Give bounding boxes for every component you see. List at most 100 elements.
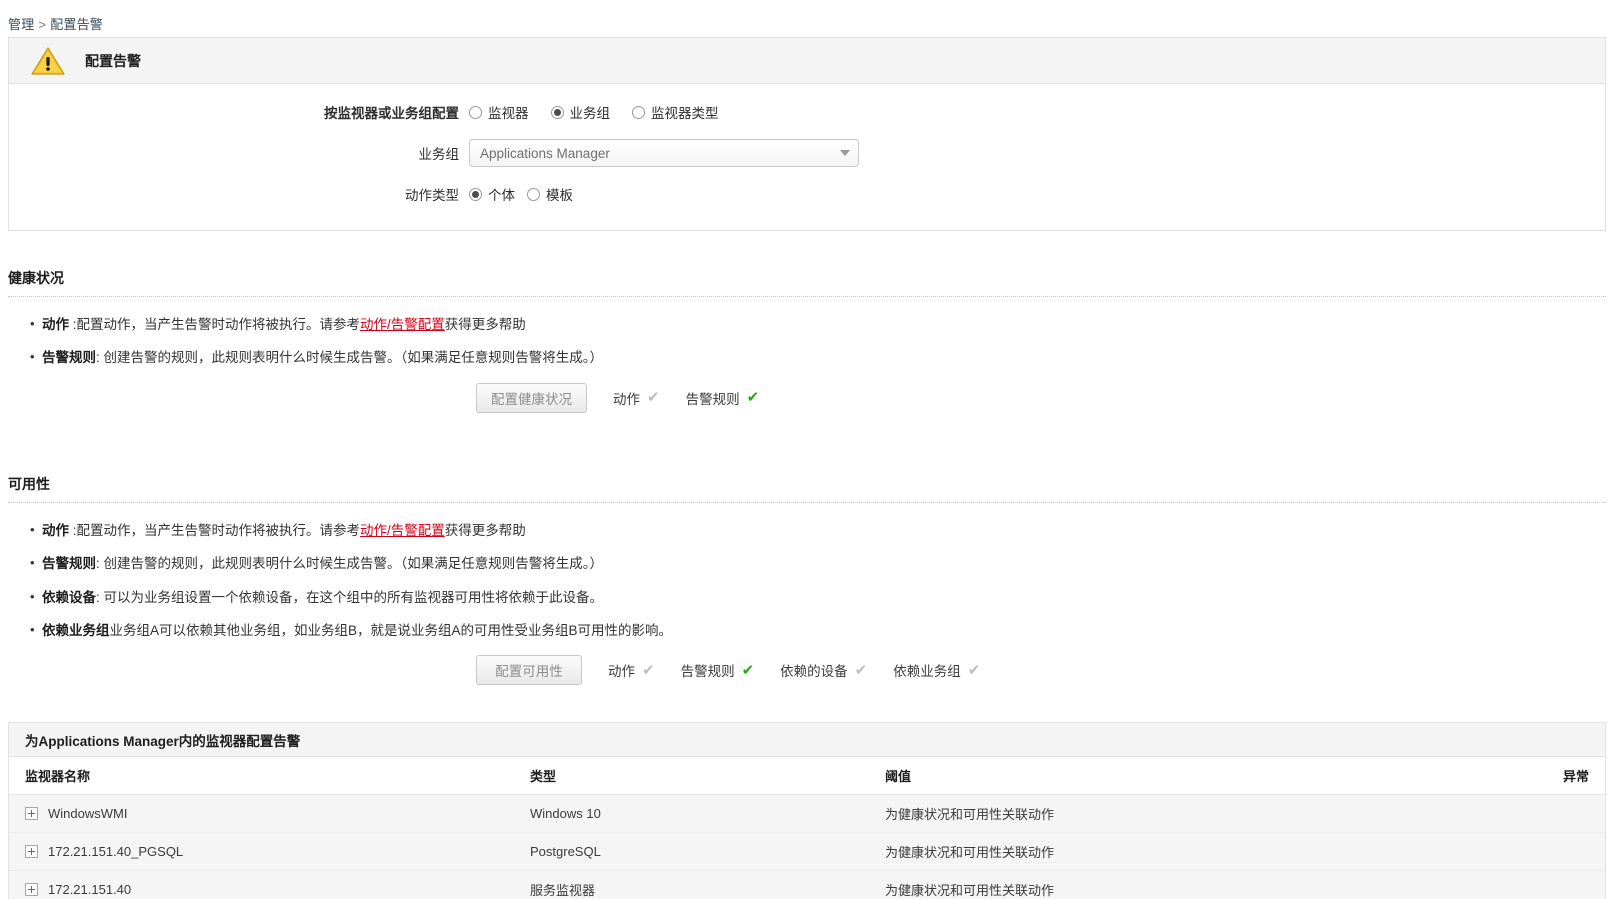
table-row[interactable]: 172.21.151.40_PGSQL PostgreSQL 为健康状况和可用性…	[9, 832, 1605, 871]
check-icon: ✔	[741, 661, 755, 679]
check-icon: ✔	[642, 661, 655, 679]
business-group-field: Applications Manager	[469, 139, 859, 167]
availability-bullet-action-before: :配置动作，当产生告警时动作将被执行。请参考	[69, 523, 361, 538]
monitor-table-caption: 为Applications Manager内的监视器配置告警	[9, 723, 1605, 757]
availability-bullet-dep-group: 依赖业务组业务组A可以依赖其他业务组，如业务组B，就是说业务组A的可用性受业务组…	[30, 620, 1606, 641]
action-alarm-config-link[interactable]: 动作/告警配置	[360, 317, 445, 332]
availability-bullet-dep-group-text: 业务组A可以依赖其他业务组，如业务组B，就是说业务组A的可用性受业务组B可用性的…	[109, 622, 673, 638]
cell-abnormal	[1485, 794, 1605, 833]
table-row[interactable]: 172.21.151.40 服务监视器 为健康状况和可用性关联动作	[9, 870, 1605, 899]
availability-section-title: 可用性	[8, 476, 50, 492]
check-icon: ✔	[967, 661, 981, 679]
business-group-label: 业务组	[418, 147, 460, 162]
radio-monitor-label: 监视器	[488, 106, 529, 121]
health-status-rule-label: 告警规则	[685, 391, 740, 407]
availability-bullet-dep-device: 依赖设备: 可以为业务组设置一个依赖设备，在这个组中的所有监视器可用性将依赖于此…	[30, 586, 1606, 608]
radio-monitor-indicator[interactable]	[469, 105, 482, 119]
column-header-abnormal[interactable]: 异常	[1485, 757, 1605, 795]
health-bullet-action-before: :配置动作，当产生告警时动作将被执行。请参考	[69, 317, 361, 332]
availability-bullet-rule-term: 告警规则	[42, 556, 96, 572]
health-bullet-rule-text: : 创建告警的规则，此规则表明什么时候生成告警。（如果满足任意规则告警将生成。）	[96, 350, 604, 366]
radio-option-template[interactable]: 模板	[527, 184, 573, 204]
config-by-row: 按监视器或业务组配置 监视器 业务组 监视器类型	[9, 102, 1605, 122]
health-section-title: 健康状况	[8, 270, 64, 286]
health-bullets: 动作 :配置动作，当产生告警时动作将被执行。请参考动作/告警配置获得更多帮助 告…	[8, 297, 1606, 369]
radio-template-indicator[interactable]	[527, 187, 540, 201]
radio-individual-indicator[interactable]	[469, 187, 482, 201]
availability-bullet-action-term: 动作	[42, 523, 69, 538]
radio-monitor-type-label: 监视器类型	[651, 106, 719, 121]
configure-availability-button[interactable]: 配置可用性	[476, 655, 582, 685]
radio-option-monitor[interactable]: 监视器	[469, 102, 529, 122]
availability-status-dep-device: 依赖的设备 ✔	[780, 660, 867, 680]
availability-bullet-dep-device-term: 依赖设备	[42, 589, 96, 605]
column-header-monitor-name[interactable]: 监视器名称	[9, 757, 514, 795]
availability-action-bar: 配置可用性 动作 ✔ 告警规则 ✔ 依赖的设备 ✔ 依赖业务组 ✔	[8, 655, 1606, 685]
health-bullet-rule: 告警规则: 创建告警的规则，此规则表明什么时候生成告警。（如果满足任意规则告警将…	[30, 347, 1606, 368]
check-icon: ✔	[854, 661, 868, 679]
availability-bullet-dep-group-term: 依赖业务组	[42, 622, 110, 638]
page-root: 管理 > 配置告警 配置告警 按监视器或业务组配置 监视器 业务组 监视器类型 …	[0, 0, 1616, 899]
health-status-action-label: 动作	[613, 391, 640, 407]
health-bullet-action-term: 动作	[42, 317, 69, 332]
config-by-field: 监视器 业务组 监视器类型	[469, 102, 719, 122]
monitor-table: 监视器名称 类型 阈值 异常 WindowsWMI Windows 10 为健康…	[9, 757, 1605, 899]
monitor-name-text[interactable]: 172.21.151.40_PGSQL	[48, 844, 183, 859]
action-alarm-config-link[interactable]: 动作/告警配置	[360, 523, 445, 538]
table-row[interactable]: WindowsWMI Windows 10 为健康状况和可用性关联动作	[9, 794, 1605, 833]
radio-option-individual[interactable]: 个体	[469, 184, 515, 204]
availability-bullets: 动作 :配置动作，当产生告警时动作将被执行。请参考动作/告警配置获得更多帮助 告…	[8, 503, 1606, 641]
action-type-row: 动作类型 个体 模板	[9, 184, 1605, 204]
business-group-select[interactable]: Applications Manager	[469, 139, 859, 167]
radio-individual-label: 个体	[488, 188, 515, 203]
action-type-field: 个体 模板	[469, 184, 573, 204]
column-header-threshold[interactable]: 阈值	[869, 757, 1485, 795]
action-type-label: 动作类型	[405, 188, 459, 203]
radio-monitor-type-indicator[interactable]	[632, 105, 645, 119]
availability-status-dep-group: 依赖业务组 ✔	[893, 660, 980, 680]
cell-type: Windows 10	[514, 794, 869, 833]
business-group-selected-value: Applications Manager	[480, 145, 610, 161]
breadcrumb: 管理 > 配置告警	[8, 14, 103, 33]
expand-row-icon[interactable]	[25, 807, 38, 820]
cell-monitor-name: 172.21.151.40	[9, 870, 514, 899]
chevron-down-icon	[840, 150, 850, 156]
cell-abnormal	[1485, 870, 1605, 899]
cell-monitor-name: 172.21.151.40_PGSQL	[9, 832, 514, 871]
availability-bullet-action-after: 获得更多帮助	[444, 523, 526, 538]
availability-status-rule: 告警规则 ✔	[681, 660, 755, 680]
warning-triangle-icon	[31, 46, 65, 76]
health-bullet-rule-term: 告警规则	[42, 350, 96, 366]
check-icon: ✔	[746, 389, 760, 406]
column-header-type[interactable]: 类型	[514, 757, 869, 795]
availability-status-action: 动作 ✔	[608, 660, 655, 680]
cell-threshold: 为健康状况和可用性关联动作	[869, 870, 1485, 899]
health-bullet-action-after: 获得更多帮助	[444, 317, 526, 332]
availability-bullet-rule: 告警规则: 创建告警的规则，此规则表明什么时候生成告警。（如果满足任意规则告警将…	[30, 553, 1606, 574]
cell-threshold: 为健康状况和可用性关联动作	[869, 832, 1485, 871]
availability-section: 可用性 动作 :配置动作，当产生告警时动作将被执行。请参考动作/告警配置获得更多…	[8, 474, 1606, 685]
card-header: 配置告警	[9, 38, 1605, 84]
radio-option-business-group[interactable]: 业务组	[550, 102, 610, 122]
page-title: 配置告警	[85, 52, 141, 69]
expand-row-icon[interactable]	[25, 845, 38, 858]
health-status-rule: 告警规则 ✔	[686, 388, 760, 408]
check-icon: ✔	[647, 389, 660, 406]
health-action-bar: 配置健康状况 动作 ✔ 告警规则 ✔	[8, 382, 1606, 413]
radio-option-monitor-type[interactable]: 监视器类型	[632, 102, 719, 122]
expand-row-icon[interactable]	[25, 883, 38, 896]
monitor-name-text[interactable]: WindowsWMI	[48, 806, 127, 821]
cell-type: PostgreSQL	[514, 832, 869, 871]
breadcrumb-root[interactable]: 管理	[8, 17, 34, 32]
radio-template-label: 模板	[546, 188, 573, 203]
health-bullet-action: 动作 :配置动作，当产生告警时动作将被执行。请参考动作/告警配置获得更多帮助	[30, 314, 1606, 335]
breadcrumb-current: 配置告警	[50, 17, 104, 32]
availability-status-dep-group-label: 依赖业务组	[893, 664, 961, 679]
health-section: 健康状况 动作 :配置动作，当产生告警时动作将被执行。请参考动作/告警配置获得更…	[8, 268, 1606, 413]
radio-business-group-indicator[interactable]	[550, 105, 564, 119]
cell-type: 服务监视器	[514, 870, 869, 899]
table-header-row: 监视器名称 类型 阈值 异常	[9, 757, 1605, 795]
card-body: 按监视器或业务组配置 监视器 业务组 监视器类型 业务组 Application…	[9, 84, 1605, 230]
configure-health-button[interactable]: 配置健康状况	[476, 382, 587, 413]
monitor-name-text[interactable]: 172.21.151.40	[48, 882, 131, 897]
